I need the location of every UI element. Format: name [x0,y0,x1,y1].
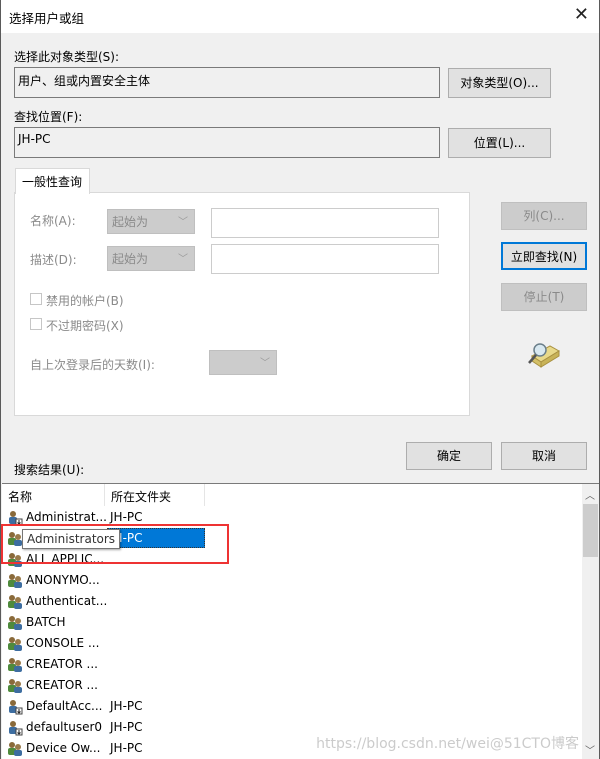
object-type-field: 用户、组或内置安全主体 [14,67,440,98]
disabled-accounts-checkbox[interactable] [30,293,42,305]
close-icon[interactable]: ✕ [574,4,589,25]
chevron-down-icon: ﹀ [178,217,188,228]
row-name: Administrat... [26,510,107,524]
results-header: 名称 所在文件夹 [2,484,582,506]
group-icon [7,636,23,652]
location-field: JH-PC [14,127,440,158]
cancel-button[interactable]: 取消 [501,442,587,470]
location-label: 查找位置(F): [14,110,83,124]
group-icon [7,573,23,589]
stop-button[interactable]: 停止(T) [501,283,587,311]
column-header-name[interactable]: 名称 [2,484,105,506]
table-row[interactable]: ANONYMO... [2,570,582,591]
description-mode-value: 起始为 [112,252,149,266]
description-mode-select[interactable]: 起始为 ﹀ [107,246,195,271]
user-icon [7,720,23,736]
row-folder: JH-PC [110,720,143,734]
row-name: CREATOR ... [26,678,98,692]
group-icon [7,741,23,757]
ok-button[interactable]: 确定 [406,442,492,470]
group-icon [7,678,23,694]
window-title: 选择用户或组 [9,11,85,26]
row-name: BATCH [26,615,66,629]
disabled-accounts-label: 禁用的帐户(B) [46,294,124,308]
row-name: DefaultAcc... [26,699,103,713]
row-folder: JH-PC [110,741,143,755]
row-folder: JH-PC [110,510,143,524]
search-directory-icon [528,343,560,368]
tab-common-queries[interactable]: 一般性查询 [15,168,90,194]
object-type-label: 选择此对象类型(S): [14,50,120,64]
days-since-logon-select[interactable]: ﹀ [209,350,277,375]
non-expiring-password-label: 不过期密码(X) [46,319,124,333]
name-mode-select[interactable]: 起始为 ﹀ [107,209,195,234]
table-row[interactable]: BATCH [2,612,582,633]
row-name: defaultuser0 [26,720,103,734]
group-icon [7,657,23,673]
chevron-down-icon: ﹀ [178,254,188,265]
scrollbar-thumb[interactable] [583,504,598,557]
row-name: CREATOR ... [26,657,98,671]
select-users-dialog: 选择用户或组 ✕ 选择此对象类型(S): 用户、组或内置安全主体 对象类型(O)… [0,0,600,759]
row-folder: JH-PC [110,699,143,713]
table-row[interactable]: DefaultAcc... JH-PC [2,696,582,717]
table-row[interactable]: CREATOR ... [2,654,582,675]
vertical-scrollbar[interactable]: ︿ ﹀ [582,484,599,759]
scroll-down-icon[interactable]: ﹀ [585,742,595,757]
row-name: CONSOLE ... [26,636,100,650]
chevron-down-icon: ﹀ [260,358,270,369]
group-icon [7,594,23,610]
watermark: https://blog.csdn.net/wei@51CTO博客 [316,736,579,752]
columns-button[interactable]: 列(C)... [501,202,587,230]
column-header-folder[interactable]: 所在文件夹 [105,484,205,506]
scroll-up-icon[interactable]: ︿ [585,487,595,502]
row-name: Device Ow... [26,741,101,755]
table-row[interactable]: CONSOLE ... [2,633,582,654]
name-mode-value: 起始为 [112,215,149,229]
table-row[interactable]: Authenticat... [2,591,582,612]
table-row[interactable]: CREATOR ... [2,675,582,696]
object-types-button[interactable]: 对象类型(O)... [448,68,551,98]
name-input[interactable] [211,208,439,238]
title-bar: 选择用户或组 ✕ [1,0,599,33]
search-results-label: 搜索结果(U): [14,463,85,477]
non-expiring-password-checkbox[interactable] [30,318,42,330]
description-label: 描述(D): [30,253,77,267]
locations-button[interactable]: 位置(L)... [448,128,551,158]
highlight-annotation-box [1,524,229,564]
user-icon [7,699,23,715]
description-input[interactable] [211,244,439,274]
days-since-logon-label: 自上次登录后的天数(I): [30,358,155,372]
row-name: Authenticat... [26,594,108,608]
name-label: 名称(A): [30,214,76,228]
find-now-button[interactable]: 立即查找(N) [501,242,587,270]
group-icon [7,615,23,631]
row-name: ANONYMO... [26,573,100,587]
